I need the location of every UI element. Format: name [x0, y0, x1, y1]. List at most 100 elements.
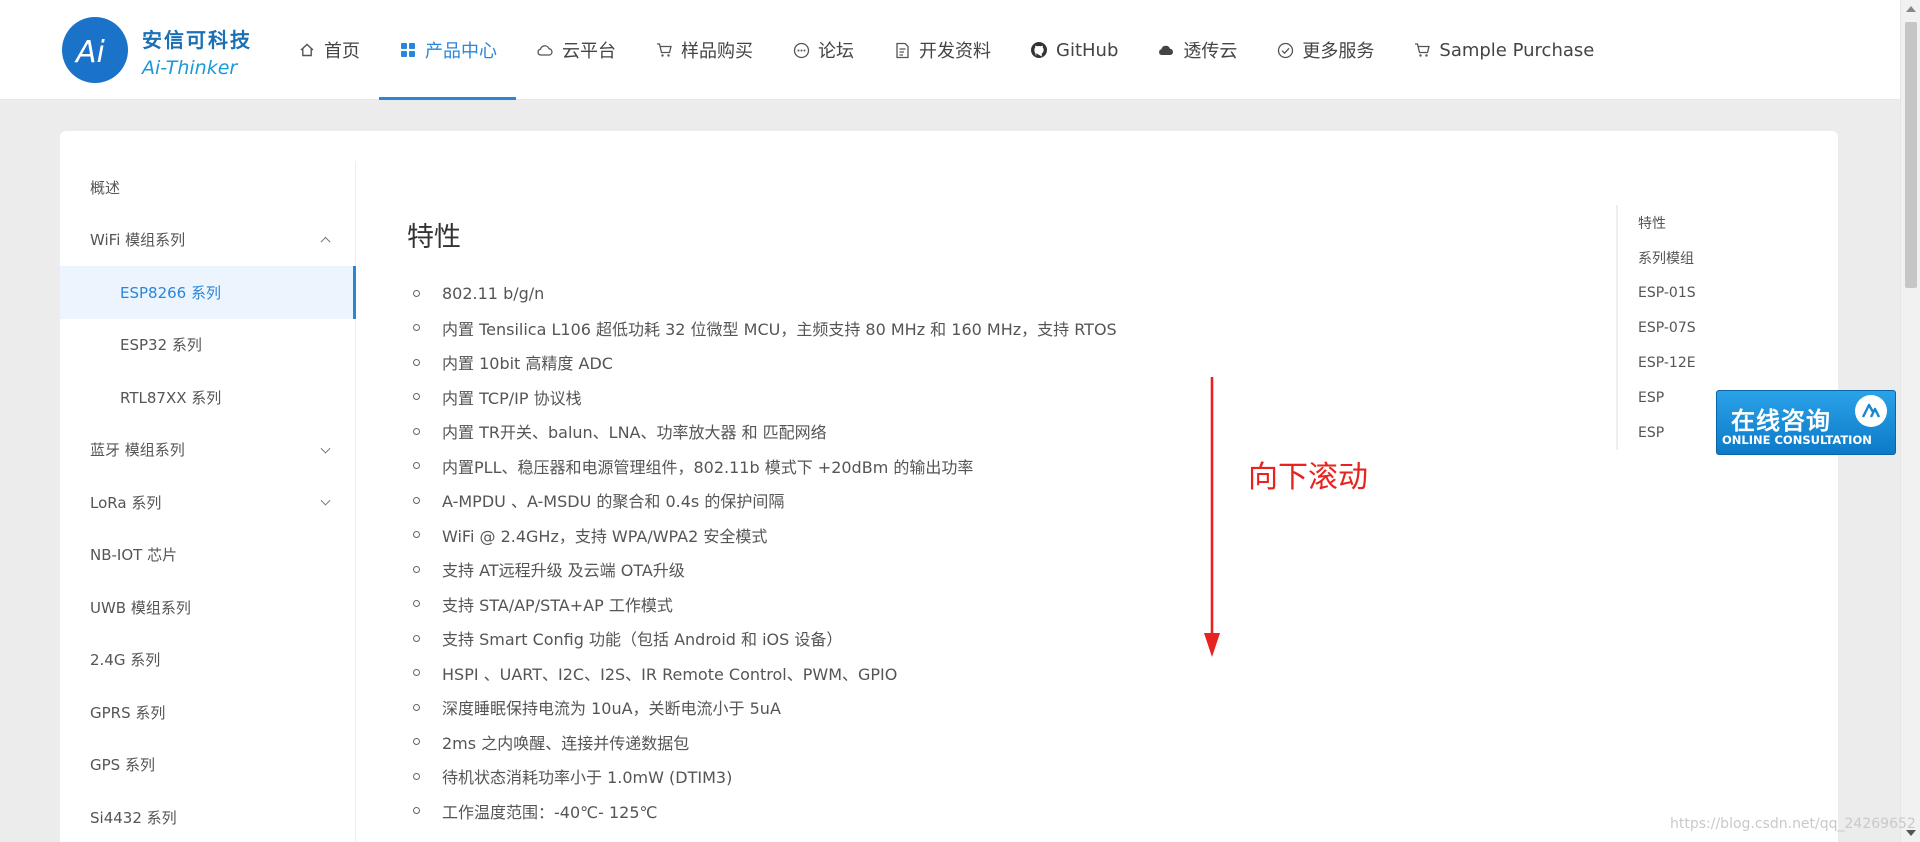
list-item: HSPI 、UART、I2C、I2S、IR Remote Control、PWM…	[407, 656, 1307, 691]
sidebar-item-label: RTL87XX 系列	[120, 388, 222, 407]
chevron-up-icon	[320, 236, 331, 247]
feature-text: 2ms 之内唤醒、连接并传递数据包	[442, 733, 690, 753]
bullet-circle-icon	[413, 738, 420, 746]
scroll-up-arrow-icon[interactable]	[1906, 6, 1916, 12]
nav-item-more-services[interactable]: 更多服务	[1256, 0, 1393, 100]
sidebar-item-label: LoRa 系列	[90, 493, 162, 512]
nav-label: 首页	[324, 41, 360, 62]
list-item: 802.11 b/g/n	[407, 276, 1307, 311]
sidebar-item-label: WiFi 模组系列	[90, 231, 186, 250]
sidebar-item-esp32[interactable]: ESP32 系列	[60, 319, 355, 372]
github-icon	[1029, 41, 1049, 59]
list-item: 支持 AT远程升级 及云端 OTA升级	[407, 552, 1307, 587]
nav-item-forum[interactable]: 论坛	[772, 0, 873, 100]
bullet-circle-icon	[413, 772, 420, 780]
logo-letters: Ai	[74, 35, 106, 70]
sidebar-item-label: ESP32 系列	[120, 336, 202, 355]
product-sidebar: 概述 WiFi 模组系列 ESP8266 系列 ESP32 系列 RTL87XX…	[60, 161, 356, 842]
list-item: 工作温度范围：-40℃- 125℃	[407, 794, 1307, 829]
nav-item-github[interactable]: GitHub	[1010, 0, 1137, 100]
brand-logo[interactable]: Ai	[62, 17, 128, 83]
toc-item-series-modules[interactable]: 系列模组	[1618, 240, 1766, 275]
grid-icon	[398, 43, 418, 57]
sidebar-item-label: UWB 模组系列	[90, 598, 191, 617]
nav-item-sample-buy[interactable]: 样品购买	[635, 0, 772, 100]
bullet-circle-icon	[413, 600, 420, 608]
nav-item-home[interactable]: 首页	[278, 0, 379, 100]
ai-logo-icon: Ai	[64, 19, 126, 81]
sidebar-item-si4432[interactable]: Si4432 系列	[60, 791, 355, 842]
sidebar-item-label: NB-IOT 芯片	[90, 546, 178, 565]
toc-item-esp-12e[interactable]: ESP-12E	[1618, 345, 1766, 380]
sidebar-item-uwb[interactable]: UWB 模组系列	[60, 581, 355, 634]
list-item: 支持 STA/AP/STA+AP 工作模式	[407, 587, 1307, 622]
scroll-thumb[interactable]	[1905, 22, 1917, 288]
check-circle-icon	[1275, 42, 1295, 59]
consult-label-en: ONLINE CONSULTATION	[1722, 433, 1872, 447]
main-nav: 首页 产品中心 云平台 样品购买 论坛 开发资料 GitHub 透传云 更多服务…	[278, 0, 1613, 100]
sidebar-item-wifi-series[interactable]: WiFi 模组系列	[60, 214, 355, 267]
cart-icon	[1412, 42, 1432, 58]
feature-text: 支持 Smart Config 功能（包括 Android 和 iOS 设备）	[442, 630, 843, 650]
list-item: 深度睡眠保持电流为 10uA，关断电流小于 5uA	[407, 690, 1307, 725]
feature-text: 深度睡眠保持电流为 10uA，关断电流小于 5uA	[442, 699, 781, 719]
page-title: 特性	[407, 222, 461, 253]
list-item: 内置 TCP/IP 协议栈	[407, 380, 1307, 415]
list-item: 支持 Smart Config 功能（包括 Android 和 iOS 设备）	[407, 621, 1307, 656]
scroll-down-annotation: 向下滚动	[1248, 460, 1368, 495]
toc-item-esp-07s[interactable]: ESP-07S	[1618, 310, 1766, 345]
feature-text: 内置 TCP/IP 协议栈	[442, 388, 582, 408]
nav-label: Sample Purchase	[1439, 39, 1595, 61]
sidebar-item-bluetooth-series[interactable]: 蓝牙 模组系列	[60, 424, 355, 477]
bullet-circle-icon	[413, 358, 420, 366]
list-item: 内置PLL、稳压器和电源管理组件，802.11b 模式下 +20dBm 的输出功…	[407, 449, 1307, 484]
nav-label: 云平台	[562, 41, 616, 62]
bullet-circle-icon	[413, 393, 420, 401]
cloud-outline-icon	[535, 43, 555, 57]
online-consultation-button[interactable]: 在线咨询 ONLINE CONSULTATION	[1716, 390, 1896, 455]
content-card: 概述 WiFi 模组系列 ESP8266 系列 ESP32 系列 RTL87XX…	[60, 131, 1838, 842]
nav-label: 开发资料	[919, 41, 991, 62]
bullet-circle-icon	[413, 289, 420, 297]
sidebar-item-lora-series[interactable]: LoRa 系列	[60, 476, 355, 529]
sidebar-item-overview[interactable]: 概述	[60, 161, 355, 214]
bullet-circle-icon	[413, 427, 420, 435]
nav-item-transparent-cloud[interactable]: 透传云	[1137, 0, 1256, 100]
sidebar-item-label: ESP8266 系列	[120, 283, 221, 302]
nav-item-products[interactable]: 产品中心	[379, 0, 516, 100]
sidebar-item-2-4g[interactable]: 2.4G 系列	[60, 634, 355, 687]
sidebar-item-gps[interactable]: GPS 系列	[60, 739, 355, 792]
top-header: Ai 安信可科技 Ai-Thinker 首页 产品中心 云平台 样品购买 论坛 …	[0, 0, 1900, 100]
feature-text: 内置 TR开关、balun、LNA、功率放大器 和 匹配网络	[442, 423, 827, 443]
sidebar-item-nb-iot[interactable]: NB-IOT 芯片	[60, 529, 355, 582]
bullet-circle-icon	[413, 807, 420, 815]
home-icon	[297, 42, 317, 58]
nav-item-dev-docs[interactable]: 开发资料	[873, 0, 1010, 100]
nav-label: 样品购买	[681, 41, 753, 62]
scroll-down-arrow-annotation-icon	[1204, 377, 1220, 657]
sidebar-item-label: GPRS 系列	[90, 703, 166, 722]
nav-label: 产品中心	[425, 41, 497, 62]
nav-item-cloud-platform[interactable]: 云平台	[516, 0, 635, 100]
brand-name[interactable]: 安信可科技 Ai-Thinker	[142, 24, 252, 79]
nav-label: 更多服务	[1302, 41, 1375, 62]
nav-item-sample-purchase[interactable]: Sample Purchase	[1393, 0, 1613, 100]
feature-list: 802.11 b/g/n 内置 Tensilica L106 超低功耗 32 位…	[407, 276, 1307, 828]
chat-icon	[791, 42, 811, 59]
consult-label-cn: 在线咨询	[1731, 407, 1831, 435]
sidebar-item-esp8266[interactable]: ESP8266 系列	[60, 266, 356, 319]
feature-text: HSPI 、UART、I2C、I2S、IR Remote Control、PWM…	[442, 664, 898, 684]
feature-text: WiFi @ 2.4GHz，支持 WPA/WPA2 安全模式	[442, 526, 768, 546]
sidebar-item-gprs[interactable]: GPRS 系列	[60, 686, 355, 739]
toc-item-esp-01s[interactable]: ESP-01S	[1618, 275, 1766, 310]
feature-text: 内置 10bit 高精度 ADC	[442, 354, 613, 374]
feature-text: 工作温度范围：-40℃- 125℃	[442, 802, 658, 822]
sidebar-item-rtl87xx[interactable]: RTL87XX 系列	[60, 371, 355, 424]
toc-item-features[interactable]: 特性	[1618, 205, 1766, 240]
sidebar-item-label: GPS 系列	[90, 756, 155, 775]
sidebar-item-label: 2.4G 系列	[90, 651, 161, 670]
bullet-circle-icon	[413, 634, 420, 642]
feature-text: 支持 AT远程升级 及云端 OTA升级	[442, 561, 685, 581]
page-scrollbar[interactable]	[1900, 0, 1920, 842]
list-item: A-MPDU 、A-MSDU 的聚合和 0.4s 的保护间隔	[407, 483, 1307, 518]
